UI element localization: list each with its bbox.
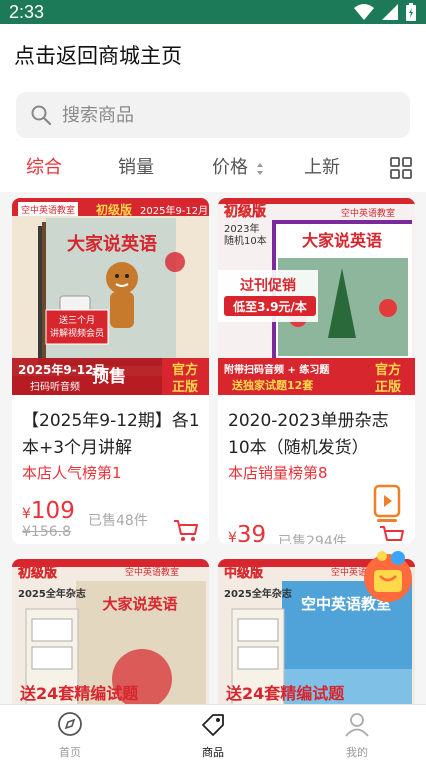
price: ¥109	[22, 498, 75, 524]
sort-bar: 综合 销量 价格 上新	[0, 146, 426, 192]
product-card[interactable]: 送三个月 讲解视频会员 空中英语教室 初级版 2025年9-12月 大家说英语 …	[12, 198, 209, 544]
cover-official-1: 官方	[172, 362, 198, 378]
cover-level: 初级版	[18, 565, 57, 581]
nav-item-products[interactable]: 商品	[173, 705, 253, 761]
status-time: 2:33	[9, 2, 45, 22]
cover-magazine: 大家说英语	[67, 233, 157, 255]
bottom-nav: 首页 商品 我的	[0, 704, 426, 761]
product-rank: 本店人气榜第1	[22, 464, 122, 482]
price-value: 109	[30, 498, 75, 524]
nav-label: 首页	[59, 746, 81, 759]
back-to-mall-link[interactable]: 点击返回商城主页	[14, 40, 182, 70]
product-title: 2020-2023单册杂志10本（随机发货）	[228, 411, 389, 458]
product-title: 【2025年9-12期】各1本+3个月讲解	[22, 411, 200, 458]
price-currency: ¥	[228, 530, 237, 544]
cover-gift: 送24套精编试题	[225, 684, 345, 703]
signal-icon	[382, 4, 398, 20]
cover-bottom-1: 附带扫码音频 + 练习题	[224, 363, 330, 376]
compass-icon	[58, 712, 82, 736]
cover-bottom-2: 送独家试题12套	[231, 378, 314, 392]
cover-scan: 扫码听音频	[30, 380, 80, 393]
nav-item-home[interactable]: 首页	[30, 705, 110, 761]
product-cover-image: 大家说英语 空中英语教室 初级版 2023年 随机10本 过刊促销 低至3.9元…	[218, 198, 415, 395]
grid-layout-icon[interactable]	[390, 157, 412, 179]
cover-gift-line1: 送三个月	[59, 314, 95, 326]
price-currency: ¥	[22, 506, 31, 522]
search-icon	[31, 105, 51, 125]
cover-issue: 2025全年杂志	[224, 587, 292, 600]
cover-official-2: 正版	[172, 379, 198, 395]
sold-count: 已售48件	[88, 513, 148, 529]
status-bar: 2:33	[0, 0, 426, 24]
cover-gift: 送24套精编试题	[19, 684, 139, 703]
wifi-icon	[354, 4, 374, 20]
battery-icon	[406, 3, 416, 21]
header: 点击返回商城主页	[0, 24, 426, 88]
cover-level: 中级版	[224, 565, 263, 581]
cover-issue: 2025全年杂志	[18, 587, 86, 600]
cover-brand: 空中英语教室	[21, 204, 75, 216]
cover-promo-2: 低至3.9元/本	[232, 299, 307, 314]
cover-issue: 2025年9-12月	[140, 204, 208, 217]
cover-official-1: 官方	[375, 362, 401, 378]
sort-tab-overall[interactable]: 综合	[26, 155, 62, 181]
cover-brand: 空中英语教室	[125, 566, 179, 578]
cover-issue-random: 随机10本	[224, 234, 267, 247]
product-grid: 送三个月 讲解视频会员 空中英语教室 初级版 2025年9-12月 大家说英语 …	[0, 192, 426, 704]
sort-tab-sales[interactable]: 销量	[118, 155, 154, 181]
sort-tab-price[interactable]: 价格	[212, 155, 248, 181]
cover-promo-1: 过刊促销	[240, 277, 296, 294]
nav-label: 我的	[346, 746, 368, 759]
sold-count: 已售294件	[278, 534, 347, 544]
product-rank: 本店销量榜第8	[228, 464, 328, 482]
search-input[interactable]	[62, 92, 382, 138]
cart-icon[interactable]	[173, 518, 199, 542]
search-bar	[0, 88, 426, 146]
sort-arrows-icon	[257, 163, 263, 175]
nav-label: 商品	[202, 746, 224, 759]
cover-official-2: 正版	[375, 379, 401, 395]
cart-icon[interactable]	[379, 524, 405, 544]
cover-magazine: 大家说英语	[302, 231, 382, 250]
product-card[interactable]: 初级版 空中英语教室 2025全年杂志 大家说英语 送24套精编试题	[12, 559, 209, 704]
nav-item-profile[interactable]: 我的	[317, 705, 397, 761]
cover-level: 初级版	[96, 202, 132, 217]
product-cover-image: 送三个月 讲解视频会员 空中英语教室 初级版 2025年9-12月 大家说英语 …	[12, 198, 209, 395]
presale-badge: 预售	[92, 366, 126, 387]
video-float-icon[interactable]	[372, 484, 402, 524]
cover-issue-year: 2023年	[224, 222, 259, 235]
price-value: 39	[236, 522, 267, 544]
cover-brand: 空中英语教室	[341, 207, 395, 219]
user-icon	[345, 713, 369, 737]
tag-icon	[202, 714, 224, 736]
cover-level: 初级版	[224, 203, 266, 220]
product-cover-image: 初级版 空中英语教室 2025全年杂志 大家说英语 送24套精编试题	[12, 559, 209, 704]
sort-tab-new[interactable]: 上新	[304, 155, 340, 181]
cover-gift-line2: 讲解视频会员	[50, 327, 104, 339]
original-price: ¥156.8	[22, 524, 71, 540]
search-box[interactable]	[16, 92, 410, 138]
cover-magazine: 大家说英语	[102, 595, 177, 613]
price: ¥39	[228, 522, 266, 544]
shopping-bag-float-icon[interactable]	[360, 548, 416, 604]
